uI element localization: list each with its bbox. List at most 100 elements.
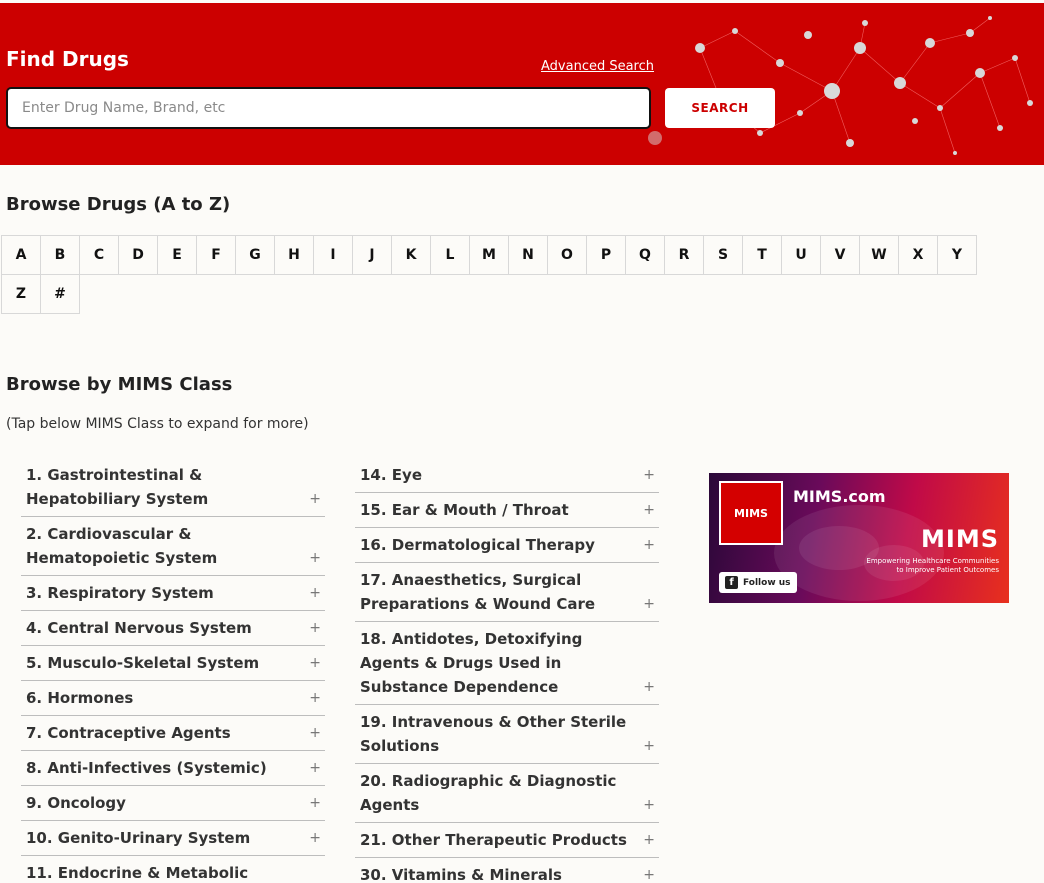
expand-icon[interactable]: + [309, 791, 321, 815]
letter-link-hash[interactable]: # [40, 274, 80, 314]
expand-icon[interactable]: + [309, 826, 321, 850]
expand-icon[interactable]: + [643, 734, 655, 758]
browse-mims-class-heading: Browse by MIMS Class [6, 374, 233, 395]
mims-class-item[interactable]: 2. Cardiovascular & Hematopoietic System… [21, 517, 325, 576]
letter-link-a[interactable]: A [1, 235, 41, 275]
letter-link-r[interactable]: R [664, 235, 704, 275]
ad-site-name: MIMS.com [793, 487, 886, 506]
mims-class-label: 9. Oncology [26, 794, 126, 812]
ad-tagline: Empowering Healthcare Communities to Imp… [866, 557, 999, 574]
letter-link-w[interactable]: W [859, 235, 899, 275]
ad-brand-name: MIMS [921, 525, 999, 553]
mims-class-item[interactable]: 19. Intravenous & Other Sterile Solution… [355, 705, 659, 764]
mims-class-item[interactable]: 18. Antidotes, Detoxifying Agents & Drug… [355, 622, 659, 705]
find-drugs-banner: Find Drugs Advanced Search SEARCH [0, 3, 1044, 165]
letter-link-n[interactable]: N [508, 235, 548, 275]
alphabet-index: A B C D E F G H I J K L M N O P Q R S T … [1, 235, 1001, 314]
letter-link-f[interactable]: F [196, 235, 236, 275]
mims-class-item[interactable]: 15. Ear & Mouth / Throat + [355, 493, 659, 528]
mims-class-label: 15. Ear & Mouth / Throat [360, 501, 569, 519]
mims-class-item[interactable]: 4. Central Nervous System + [21, 611, 325, 646]
letter-link-p[interactable]: P [586, 235, 626, 275]
mims-class-label: 21. Other Therapeutic Products [360, 831, 627, 849]
expand-icon[interactable]: + [643, 498, 655, 522]
mims-class-item[interactable]: 7. Contraceptive Agents + [21, 716, 325, 751]
mims-class-item[interactable]: 10. Genito-Urinary System + [21, 821, 325, 856]
mims-class-item[interactable]: 3. Respiratory System + [21, 576, 325, 611]
letter-link-e[interactable]: E [157, 235, 197, 275]
mims-class-label: 6. Hormones [26, 689, 134, 707]
expand-icon[interactable]: + [309, 756, 321, 780]
mims-class-label: 3. Respiratory System [26, 584, 214, 602]
advanced-search-link[interactable]: Advanced Search [541, 59, 654, 74]
letter-link-b[interactable]: B [40, 235, 80, 275]
letter-link-h[interactable]: H [274, 235, 314, 275]
mims-class-item[interactable]: 8. Anti-Infectives (Systemic) + [21, 751, 325, 786]
letter-link-x[interactable]: X [898, 235, 938, 275]
expand-icon[interactable]: + [643, 463, 655, 487]
expand-icon[interactable]: + [643, 828, 655, 852]
expand-icon[interactable]: + [643, 675, 655, 699]
expand-icon[interactable]: + [309, 651, 321, 675]
letter-link-d[interactable]: D [118, 235, 158, 275]
mims-class-label: 2. Cardiovascular & Hematopoietic System [26, 525, 218, 567]
mims-advertisement-banner[interactable]: MIMS MIMS.com MIMS Empowering Healthcare… [709, 473, 1009, 603]
letter-link-m[interactable]: M [469, 235, 509, 275]
mims-class-item[interactable]: 20. Radiographic & Diagnostic Agents + [355, 764, 659, 823]
letter-link-s[interactable]: S [703, 235, 743, 275]
expand-icon[interactable]: + [309, 581, 321, 605]
letter-link-i[interactable]: I [313, 235, 353, 275]
mims-class-item[interactable]: 11. Endocrine & Metabolic System+ [21, 856, 325, 883]
mims-class-label: 4. Central Nervous System [26, 619, 252, 637]
mims-class-item[interactable]: 30. Vitamins & Minerals + [355, 858, 659, 883]
alphabet-row-1: A B C D E F G H I J K L M N O P Q R S T … [1, 235, 1001, 275]
mims-class-item[interactable]: 9. Oncology + [21, 786, 325, 821]
expand-icon[interactable]: + [309, 487, 321, 511]
expand-icon[interactable]: + [643, 533, 655, 557]
facebook-icon: f [725, 576, 738, 589]
follow-us-button[interactable]: f Follow us [719, 572, 797, 593]
mims-class-item[interactable]: 6. Hormones + [21, 681, 325, 716]
mims-class-label: 30. Vitamins & Minerals [360, 866, 562, 883]
mims-class-item[interactable]: 5. Musculo-Skeletal System + [21, 646, 325, 681]
letter-link-c[interactable]: C [79, 235, 119, 275]
page-title: Find Drugs [6, 47, 129, 71]
mims-class-column-2: 14. Eye + 15. Ear & Mouth / Throat + 16. D… [355, 458, 659, 883]
expand-icon[interactable]: + [309, 616, 321, 640]
expand-icon[interactable]: + [309, 721, 321, 745]
letter-link-o[interactable]: O [547, 235, 587, 275]
mims-class-item[interactable]: 1. Gastrointestinal & Hepatobiliary Syst… [21, 458, 325, 517]
mims-class-label: 10. Genito-Urinary System [26, 829, 251, 847]
expand-icon[interactable]: + [643, 793, 655, 817]
letter-link-v[interactable]: V [820, 235, 860, 275]
expand-icon[interactable]: + [643, 863, 655, 883]
mims-class-item[interactable]: 21. Other Therapeutic Products + [355, 823, 659, 858]
mims-class-item[interactable]: 17. Anaesthetics, Surgical Preparations … [355, 563, 659, 622]
mims-class-label: 17. Anaesthetics, Surgical Preparations … [360, 571, 596, 613]
mims-class-label: 7. Contraceptive Agents [26, 724, 231, 742]
expand-icon[interactable]: + [643, 592, 655, 616]
expand-icon[interactable]: + [309, 686, 321, 710]
mims-class-item[interactable]: 16. Dermatological Therapy + [355, 528, 659, 563]
expand-icon[interactable]: + [309, 546, 321, 570]
letter-link-q[interactable]: Q [625, 235, 665, 275]
mims-class-label: 20. Radiographic & Diagnostic Agents [360, 772, 617, 814]
mims-class-column-1: 1. Gastrointestinal & Hepatobiliary Syst… [21, 458, 325, 883]
letter-link-t[interactable]: T [742, 235, 782, 275]
mims-class-label: 18. Antidotes, Detoxifying Agents & Drug… [360, 630, 583, 696]
search-button[interactable]: SEARCH [665, 88, 775, 128]
alphabet-row-2: Z # [1, 274, 1001, 314]
browse-az-heading: Browse Drugs (A to Z) [6, 194, 231, 215]
follow-us-label: Follow us [743, 577, 791, 588]
mims-class-item[interactable]: 14. Eye + [355, 458, 659, 493]
letter-link-k[interactable]: K [391, 235, 431, 275]
letter-link-u[interactable]: U [781, 235, 821, 275]
letter-link-z[interactable]: Z [1, 274, 41, 314]
letter-link-j[interactable]: J [352, 235, 392, 275]
letter-link-l[interactable]: L [430, 235, 470, 275]
letter-link-g[interactable]: G [235, 235, 275, 275]
mims-class-label: 19. Intravenous & Other Sterile Solution… [360, 713, 627, 755]
letter-link-y[interactable]: Y [937, 235, 977, 275]
mims-class-label: 1. Gastrointestinal & Hepatobiliary Syst… [26, 466, 209, 508]
drug-search-input[interactable] [6, 87, 651, 129]
